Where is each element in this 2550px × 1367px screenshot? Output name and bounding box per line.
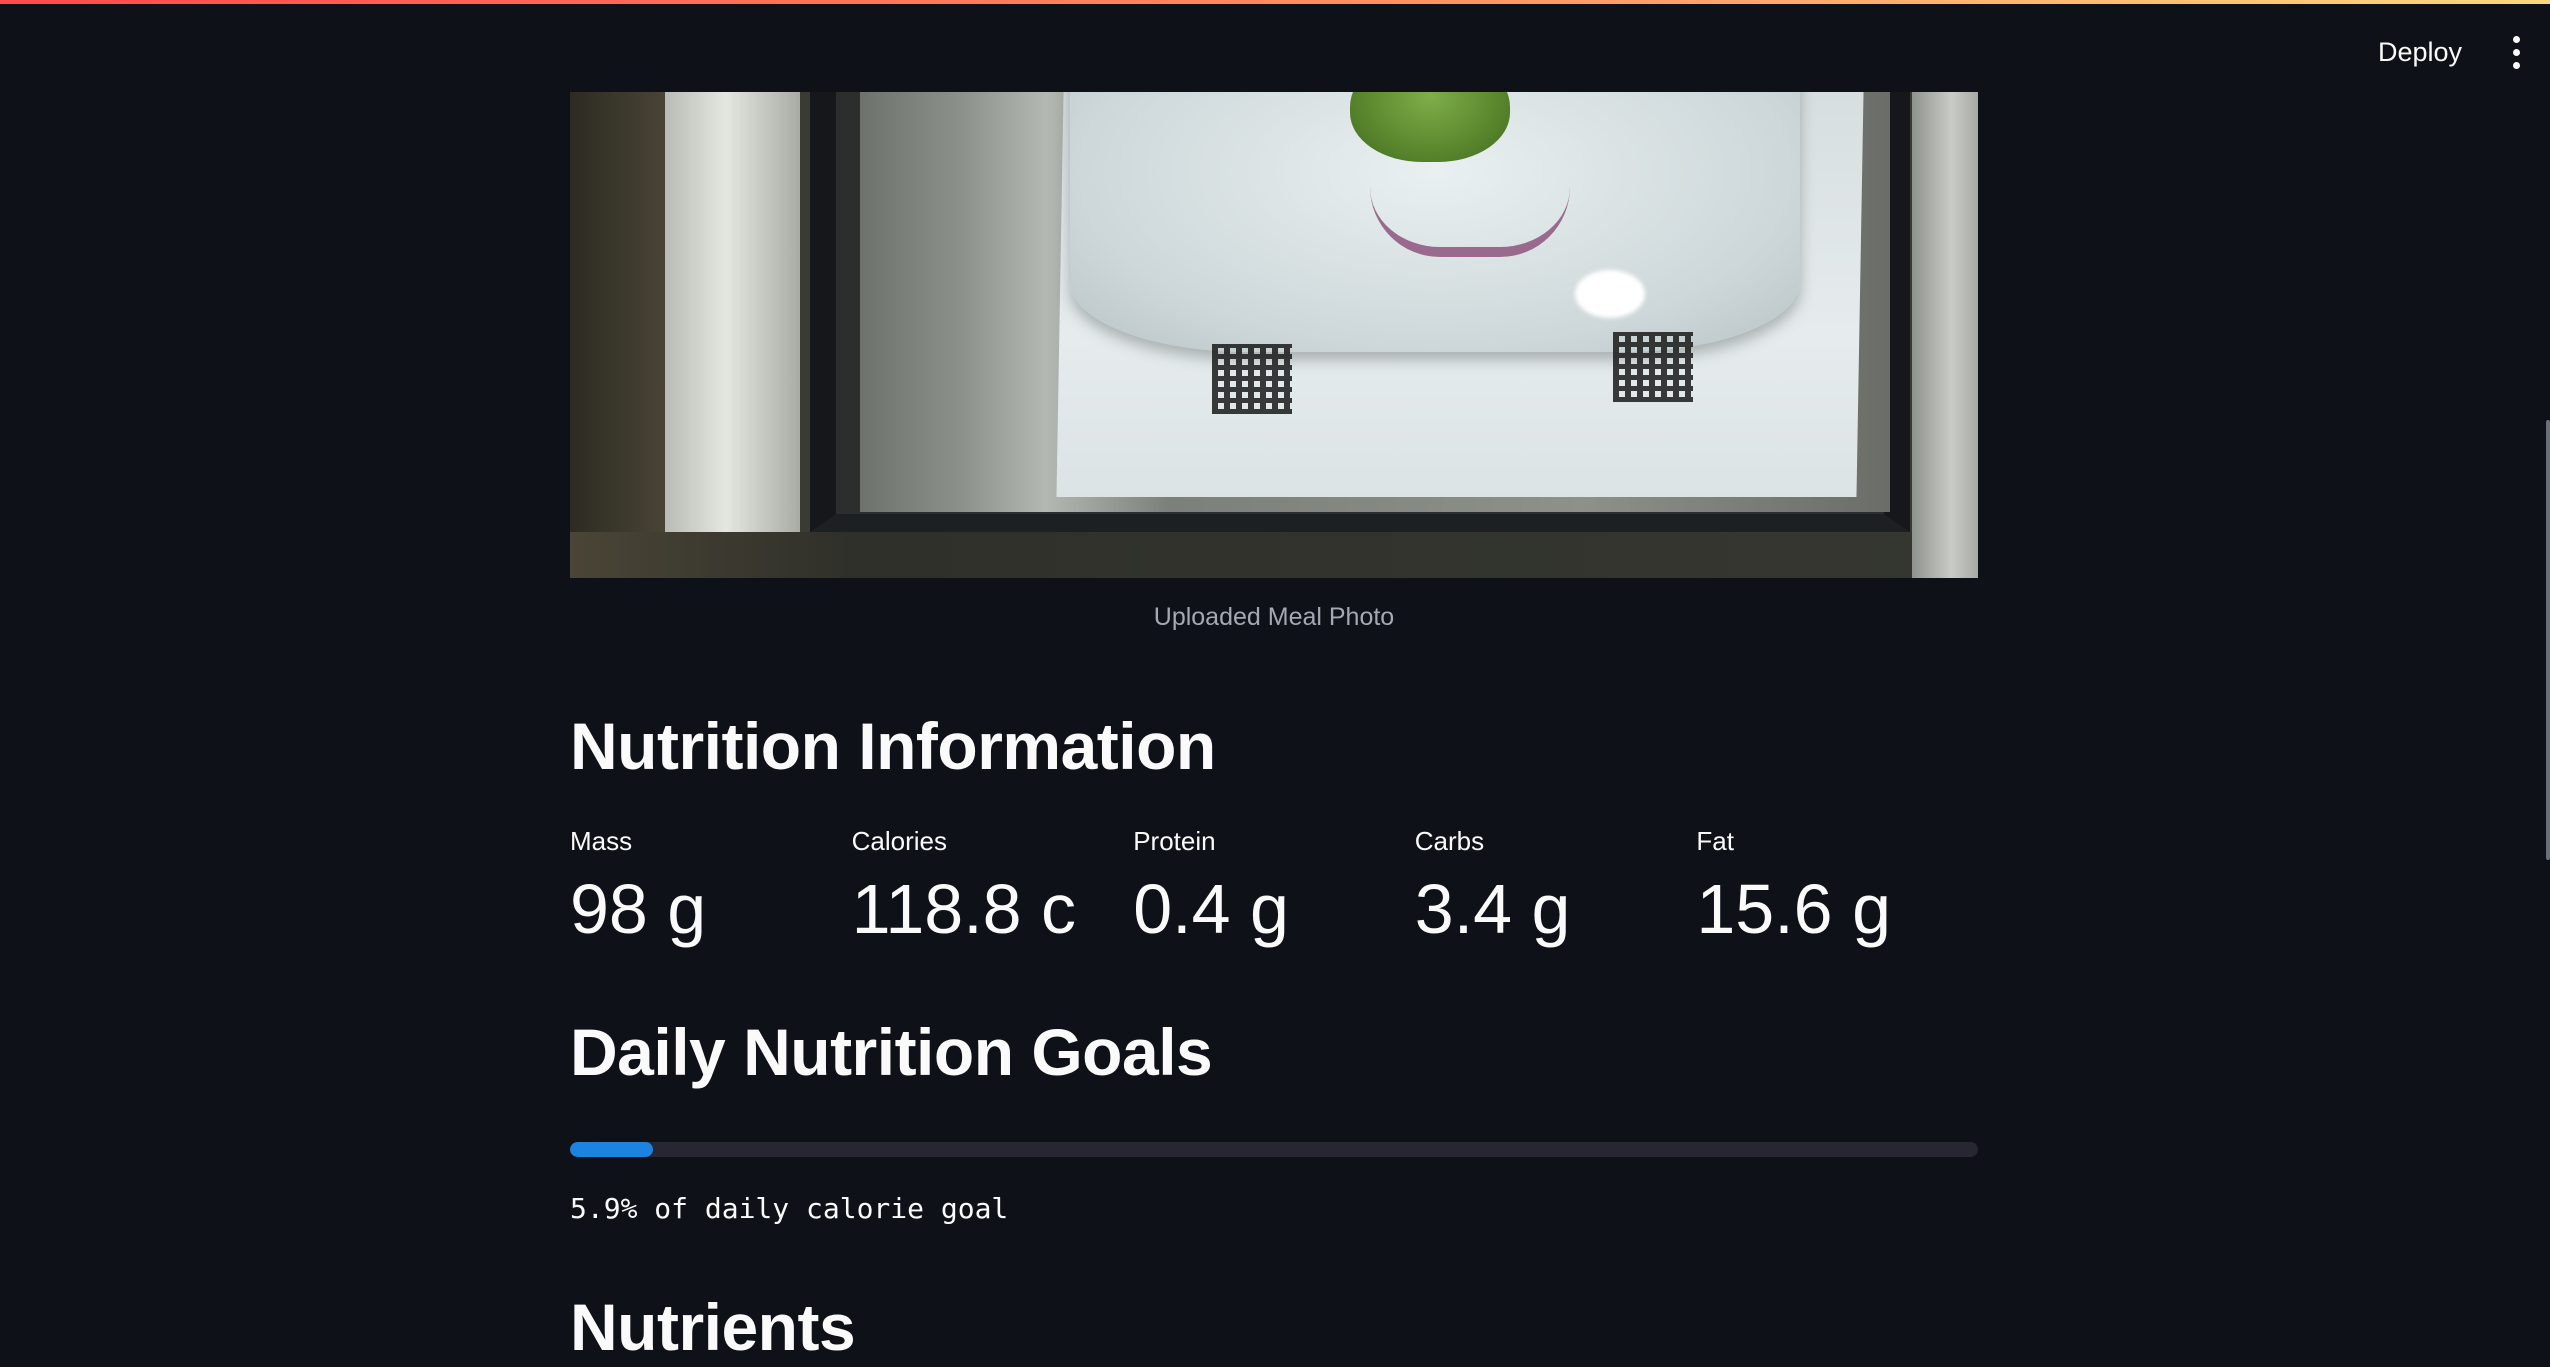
metric-value: 118.8 c bbox=[851, 870, 1077, 948]
metric-carbs: Carbs 3.4 g bbox=[1415, 824, 1697, 950]
calorie-progress-text: 5.9% of daily calorie goal bbox=[570, 1192, 1009, 1225]
metric-label: Carbs bbox=[1414, 826, 1485, 856]
nutrition-metrics: Mass 98 g Calories 118.8 c Protein 0.4 g… bbox=[570, 824, 1978, 950]
metric-label: Fat bbox=[1696, 826, 1734, 856]
photo-caption: Uploaded Meal Photo bbox=[1153, 603, 1395, 631]
metric-value: 98 g bbox=[570, 870, 707, 948]
deploy-button[interactable]: Deploy bbox=[2362, 22, 2478, 82]
scrollbar[interactable] bbox=[2546, 420, 2550, 860]
metric-value: 3.4 g bbox=[1414, 870, 1571, 948]
metric-protein: Protein 0.4 g bbox=[1133, 824, 1415, 950]
daily-nutrition-goals-heading: Daily Nutrition Goals bbox=[570, 1015, 1213, 1089]
menu-dot bbox=[2512, 35, 2520, 43]
menu-dot bbox=[2512, 48, 2520, 56]
metric-label: Calories bbox=[851, 826, 947, 856]
metric-value: 15.6 g bbox=[1696, 870, 1891, 948]
meal-photo bbox=[570, 92, 1978, 578]
main-content: Uploaded Meal Photo Nutrition Informatio… bbox=[570, 92, 1978, 1367]
metric-label: Mass bbox=[570, 826, 633, 856]
nutrients-heading: Nutrients bbox=[570, 1290, 856, 1364]
metric-value: 0.4 g bbox=[1133, 870, 1289, 948]
metric-mass: Mass 98 g bbox=[570, 824, 852, 950]
nutrition-information-heading: Nutrition Information bbox=[570, 709, 1216, 783]
metric-label: Protein bbox=[1133, 826, 1216, 856]
app-header: Deploy bbox=[0, 4, 2550, 94]
menu-dot bbox=[2512, 61, 2520, 69]
kebab-menu-icon[interactable] bbox=[2496, 30, 2536, 74]
calorie-progress-bar bbox=[570, 1142, 1978, 1157]
calorie-progress-fill bbox=[570, 1142, 654, 1157]
metric-calories: Calories 118.8 c bbox=[852, 824, 1134, 950]
metric-fat: Fat 15.6 g bbox=[1696, 824, 1978, 950]
